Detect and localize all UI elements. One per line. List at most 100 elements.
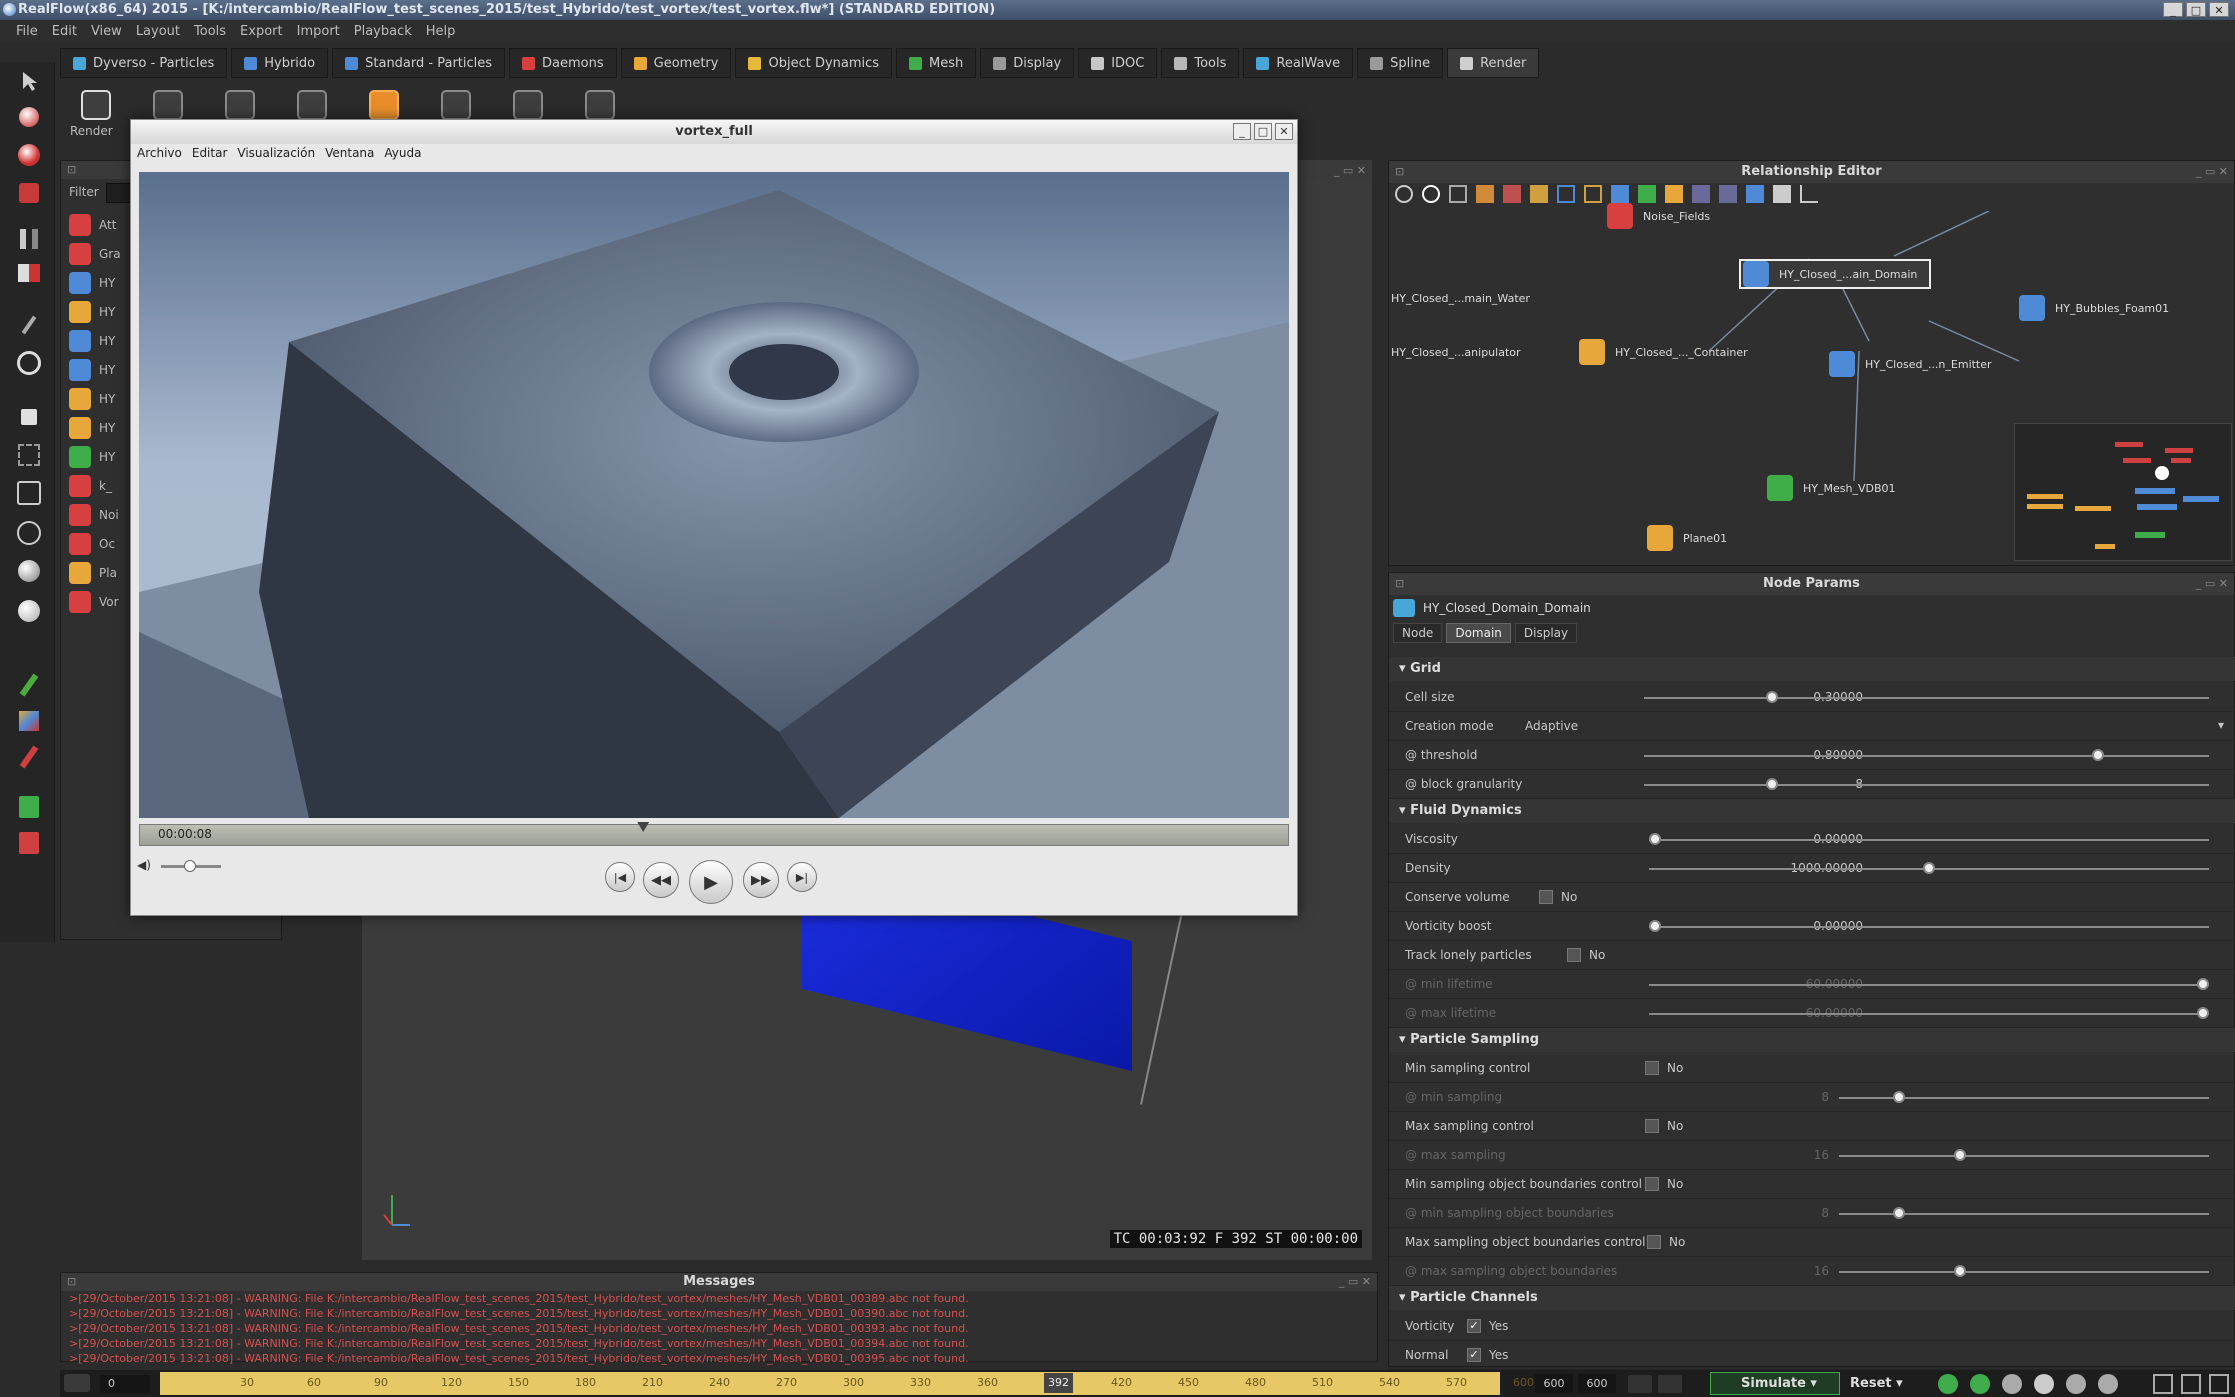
- sphere-wire-icon[interactable]: [14, 518, 44, 548]
- param-slider-handle[interactable]: [1953, 1149, 1966, 1161]
- group-icon[interactable]: [1476, 185, 1494, 203]
- tab-mesh[interactable]: Mesh: [896, 48, 977, 78]
- param-slider-track[interactable]: [1839, 1155, 2209, 1157]
- play-button[interactable]: ▶: [689, 860, 733, 904]
- panel-controls-icon[interactable]: _ ▭ ✕: [1339, 1273, 1371, 1291]
- loop-icon[interactable]: [2034, 1374, 2054, 1394]
- param-slider-handle[interactable]: [2197, 978, 2209, 990]
- save-green-icon[interactable]: [14, 792, 44, 822]
- tab-object-dynamics[interactable]: Object Dynamics: [735, 48, 893, 78]
- move-tool-icon[interactable]: [14, 102, 44, 132]
- ungroup-icon[interactable]: [1503, 185, 1521, 203]
- render-button[interactable]: [74, 86, 118, 124]
- param-checkbox[interactable]: [1567, 948, 1581, 962]
- menu-help[interactable]: Help: [426, 24, 456, 39]
- player-menu-archivo[interactable]: Archivo: [137, 146, 182, 164]
- tab-display[interactable]: Display: [1514, 623, 1578, 643]
- timeline-max-field[interactable]: 600: [1578, 1374, 1616, 1393]
- link-icon[interactable]: [1395, 185, 1413, 203]
- node-icon[interactable]: [1746, 185, 1764, 203]
- section-sampling[interactable]: ▾ Particle Sampling: [1389, 1028, 2235, 1052]
- player-maximize-button[interactable]: □: [1254, 123, 1272, 140]
- param-checkbox[interactable]: ✓: [1467, 1319, 1481, 1333]
- panel-controls-icon[interactable]: _ ▭ ✕: [2196, 161, 2228, 183]
- player-close-button[interactable]: ✕: [1275, 123, 1293, 140]
- timeline-mode-icon[interactable]: [64, 1374, 90, 1392]
- param-slider-handle[interactable]: [1765, 778, 1778, 790]
- tab-realwave[interactable]: RealWave: [1243, 48, 1354, 78]
- creation-mode-select[interactable]: Adaptive: [1525, 719, 1578, 733]
- section-fluid[interactable]: ▾ Fluid Dynamics: [1389, 799, 2235, 823]
- volume-icon[interactable]: ◀): [137, 858, 151, 872]
- outliner-item[interactable]: HY: [69, 414, 115, 442]
- tab-node[interactable]: Node: [1393, 623, 1443, 643]
- param-slider-handle[interactable]: [1649, 833, 1661, 845]
- menu-view[interactable]: View: [91, 24, 122, 39]
- compass-icon[interactable]: [14, 348, 44, 378]
- tab-display[interactable]: Display: [980, 48, 1075, 78]
- param-slider-track[interactable]: [1649, 926, 2209, 928]
- param-checkbox[interactable]: [1645, 1119, 1659, 1133]
- play-sim-icon[interactable]: [1938, 1374, 1958, 1394]
- brush-red-icon[interactable]: [14, 742, 44, 772]
- tab-domain[interactable]: Domain: [1446, 623, 1511, 643]
- refresh-icon[interactable]: [1422, 185, 1440, 203]
- stop-icon[interactable]: [2002, 1374, 2022, 1394]
- panel-controls-icon[interactable]: _ ▭ ✕: [1334, 160, 1366, 182]
- close-button[interactable]: ✕: [2209, 2, 2229, 17]
- section-channels[interactable]: ▾ Particle Channels: [1389, 1286, 2235, 1310]
- param-slider-track[interactable]: [1644, 784, 2209, 786]
- timeline-ruler[interactable]: 30 60 90 120 150 180 210 240 270 300 330 360 392 420 4…: [160, 1372, 1534, 1395]
- param-checkbox[interactable]: [1539, 890, 1553, 904]
- relationship-node[interactable]: HY_Mesh_VDB01: [1767, 473, 1896, 503]
- menu-layout[interactable]: Layout: [136, 24, 180, 39]
- timeline-start-field[interactable]: 0: [100, 1375, 150, 1393]
- tab-render[interactable]: Render: [1447, 48, 1540, 78]
- param-slider-track[interactable]: [1649, 984, 2209, 986]
- cube-red-icon[interactable]: [14, 258, 44, 288]
- menu-file[interactable]: File: [16, 24, 38, 39]
- zoom-fit-icon[interactable]: [1584, 185, 1602, 203]
- player-menu-visualizacion[interactable]: Visualización: [237, 146, 315, 164]
- param-slider-handle[interactable]: [1953, 1265, 1966, 1277]
- param-slider-handle[interactable]: [1923, 862, 1935, 874]
- param-value[interactable]: 8: [1729, 1090, 1829, 1104]
- layout-split-icon[interactable]: [2181, 1374, 2201, 1394]
- relationship-node[interactable]: HY_Closed_...anipulator: [1391, 337, 1521, 367]
- skip-start-button[interactable]: |◀: [605, 862, 635, 892]
- cube-small-icon[interactable]: [14, 402, 44, 432]
- dropdown-arrow-icon[interactable]: ▾: [2218, 718, 2224, 732]
- tab-spline[interactable]: Spline: [1357, 48, 1444, 78]
- outliner-item[interactable]: HY: [69, 443, 115, 471]
- param-checkbox[interactable]: [1645, 1061, 1659, 1075]
- minimize-button[interactable]: _: [2163, 2, 2183, 17]
- player-menu-editar[interactable]: Editar: [192, 146, 228, 164]
- layout-single-icon[interactable]: [2153, 1374, 2173, 1394]
- menu-tools[interactable]: Tools: [194, 24, 226, 39]
- param-slider-track[interactable]: [1839, 1271, 2209, 1273]
- outliner-item[interactable]: HY: [69, 385, 115, 413]
- timeline-end-field[interactable]: 600: [1535, 1374, 1573, 1393]
- reset-button[interactable]: Reset ▾: [1850, 1372, 1920, 1395]
- tab-standard-particles[interactable]: Standard - Particles: [332, 48, 506, 78]
- relationship-node[interactable]: HY_Closed_...ain_Domain: [1739, 259, 1932, 289]
- param-value[interactable]: 16: [1729, 1148, 1829, 1162]
- layout-icon[interactable]: [1530, 185, 1548, 203]
- outliner-item[interactable]: HY: [69, 298, 115, 326]
- frame-icon[interactable]: [1449, 185, 1467, 203]
- relationship-node[interactable]: HY_Closed_..._Container: [1579, 337, 1748, 367]
- relationship-node[interactable]: Plane01: [1647, 523, 1727, 553]
- param-slider-handle[interactable]: [1765, 691, 1778, 703]
- tab-idoc[interactable]: IDOC: [1078, 48, 1158, 78]
- param-slider-track[interactable]: [1649, 839, 2209, 841]
- tab-hybrido[interactable]: Hybrido: [231, 48, 329, 78]
- relationship-node[interactable]: HY_Bubbles_Foam01: [2019, 293, 2169, 323]
- tab-tools[interactable]: Tools: [1161, 48, 1240, 78]
- scrub-handle[interactable]: [637, 822, 650, 832]
- relationship-minimap[interactable]: [2014, 423, 2232, 561]
- param-slider-handle[interactable]: [2091, 749, 2104, 761]
- axis-icon[interactable]: [1800, 185, 1818, 203]
- simulate-button[interactable]: Simulate ▾: [1710, 1372, 1840, 1395]
- brush-multi-icon[interactable]: [14, 706, 44, 736]
- panel-controls-icon[interactable]: _ ▭ ✕: [2196, 573, 2228, 595]
